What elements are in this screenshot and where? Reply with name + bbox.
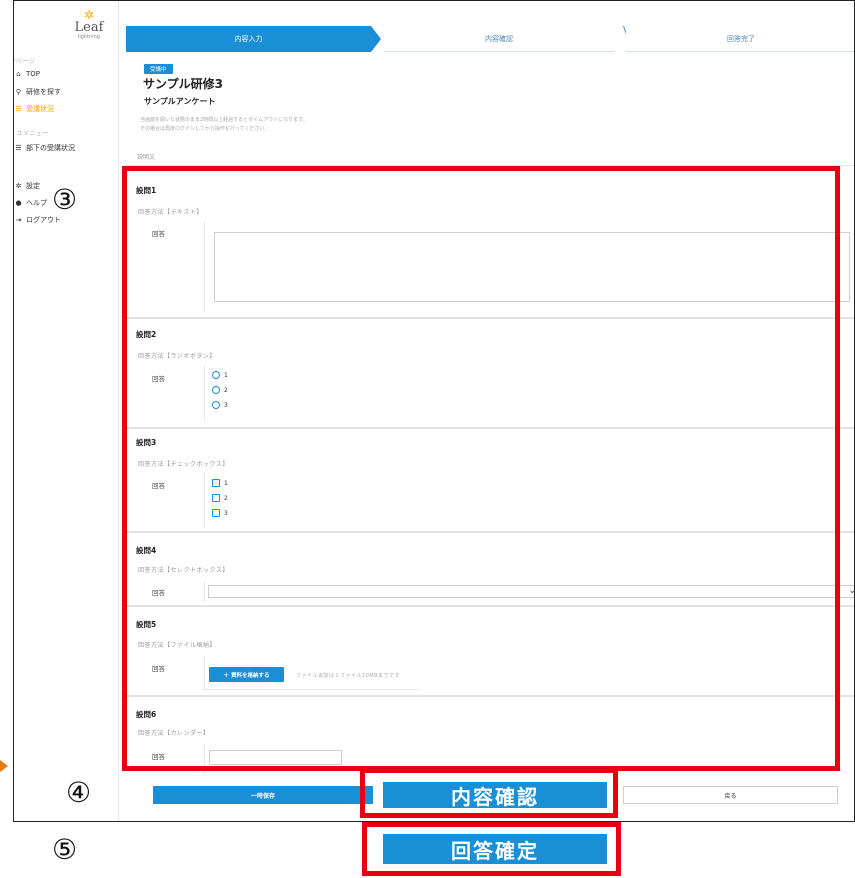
sidebar-item-label: 部下の受講状況 [26,144,75,152]
sidebar-item-logout[interactable]: ⇥ ログアウト [14,215,61,225]
sidebar-item-label: ログアウト [26,216,61,224]
list-icon: ☰ [15,105,22,113]
sidebar-item-subordinates[interactable]: ☰ 部下の受講状況 [14,143,75,153]
status-badge: 受講中 [144,64,173,74]
page: ✲ Leaf lightning MYページ ⌂ TOP ⚲ 研修を探す ☰ 受… [0,0,855,878]
sidebar-item-label: 設定 [26,182,40,190]
sidebar-item-search[interactable]: ⚲ 研修を探す [14,87,61,97]
step-complete: 回答完了 [626,26,854,52]
logo-text: Leaf [74,20,104,35]
logout-icon: ⇥ [15,216,22,224]
back-button[interactable]: 戻る [623,786,838,804]
home-icon: ⌂ [16,70,21,78]
description-label: 説明文 [137,154,156,161]
sidebar-item-label: TOP [26,70,41,78]
list-icon: ☰ [15,144,22,152]
annotation-number-5: ⑤ [52,833,78,866]
sidebar-item-settings[interactable]: ✲ 設定 [14,181,40,191]
temporary-save-button[interactable]: 一時保存 [153,786,373,804]
arrow-marker [0,760,8,772]
submit-answer-button[interactable]: 回答確定 [383,834,607,864]
step-label: 回答完了 [727,34,755,43]
annotation-box-questions [122,166,840,771]
step-label: 内容確認 [485,34,513,43]
sidebar-item-status[interactable]: ☰ 受講状況 [14,104,54,114]
chevron-down-icon: ⌄ [848,586,854,596]
step-input: 内容入力 [126,26,371,52]
logo-sub: lightning [78,34,100,40]
sidebar-item-top[interactable]: ⌂ TOP [14,70,40,78]
sidebar: ✲ Leaf lightning MYページ ⌂ TOP ⚲ 研修を探す ☰ 受… [14,1,119,821]
logo: ✲ Leaf lightning [69,9,109,41]
step-chevron [371,26,381,52]
page-title: サンプル研修3 [143,77,223,91]
annotation-number-3: ③ [52,183,78,216]
sidebar-item-label: 受講状況 [26,105,54,113]
help-icon: ● [15,199,22,207]
sidebar-item-help[interactable]: ● ヘルプ [14,198,47,208]
sidebar-item-label: 研修を探す [26,88,61,96]
confirm-content-button[interactable]: 内容確認 [383,782,607,809]
step-progress-bar: 内容入力 内容確認 回答完了 [126,26,854,52]
sidebar-item-label: ヘルプ [26,199,47,207]
menu-section-label: ユメニュー [16,129,49,137]
timeout-notice: その場合は再度ログインしてから操作を行ってください。 [140,126,270,132]
timeout-notice: 当画面を開いた状態のまま2時間以上経過するとタイムアウトになります。 [140,117,308,123]
gear-icon: ✲ [15,182,22,190]
step-confirm: 内容確認 [384,26,614,52]
survey-title: サンプルアンケート [144,97,216,106]
step-label: 内容入力 [234,35,263,43]
search-icon: ⚲ [15,88,22,96]
annotation-number-4: ④ [66,776,92,809]
mypage-section-label: MYページ [14,57,35,65]
